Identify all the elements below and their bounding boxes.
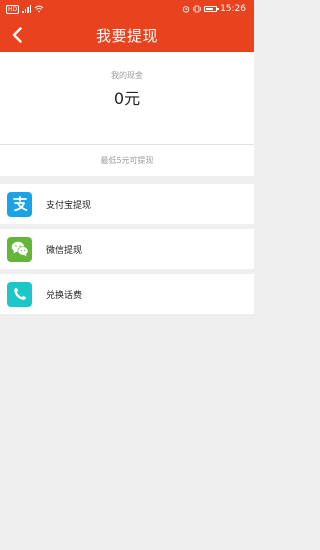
- status-bar: HD 15:26: [0, 0, 254, 18]
- chevron-left-icon: [12, 27, 22, 43]
- signal-icon: [22, 5, 32, 13]
- cash-value: 0元: [113, 89, 141, 108]
- wifi-icon: [34, 5, 44, 13]
- cash-label: 我的现金: [111, 71, 143, 80]
- wechat-icon: [7, 236, 32, 262]
- header-bar: 我要提现: [0, 18, 254, 52]
- battery-icon: [204, 6, 220, 12]
- alipay-icon: [7, 191, 32, 217]
- option-label: 兑换话费: [46, 290, 83, 301]
- recharge-phone-item[interactable]: 兑换话费: [0, 274, 254, 314]
- status-time: 15:26: [220, 4, 246, 14]
- back-button[interactable]: [10, 27, 24, 43]
- option-label: 微信提现: [46, 245, 83, 256]
- alipay-withdraw-item[interactable]: 支付宝提现: [0, 184, 254, 224]
- option-label: 支付宝提现: [46, 200, 92, 211]
- minimum-note: 最低5元可提现: [0, 144, 254, 176]
- alarm-icon: [182, 6, 190, 13]
- status-right: 15:26: [182, 4, 246, 14]
- wechat-withdraw-item[interactable]: 微信提现: [0, 229, 254, 269]
- cash-card: 我的现金 0元: [0, 52, 254, 144]
- hd-badge: HD: [6, 4, 20, 14]
- status-left: HD: [6, 4, 44, 14]
- page-title: 我要提现: [95, 26, 158, 45]
- phone-icon: [7, 281, 32, 307]
- vibrate-icon: [193, 5, 201, 13]
